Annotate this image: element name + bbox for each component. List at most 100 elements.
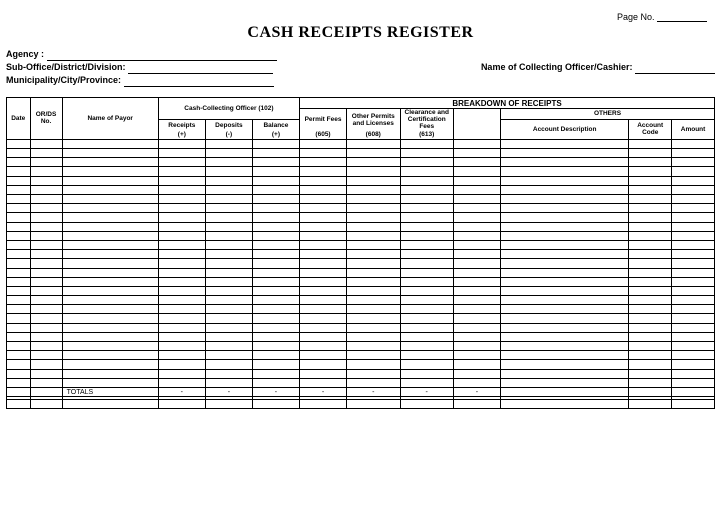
table-cell[interactable] [158, 231, 205, 240]
table-cell[interactable] [300, 158, 347, 167]
table-cell[interactable] [7, 213, 31, 222]
table-cell[interactable] [30, 332, 62, 341]
table-cell[interactable] [158, 400, 205, 409]
table-cell[interactable] [205, 351, 252, 360]
table-cell[interactable] [7, 240, 31, 249]
table-cell[interactable] [300, 240, 347, 249]
table-cell[interactable] [205, 268, 252, 277]
table-row[interactable] [7, 139, 715, 148]
table-cell[interactable] [672, 139, 715, 148]
table-cell[interactable] [30, 259, 62, 268]
table-row[interactable] [7, 222, 715, 231]
table-cell[interactable] [347, 204, 400, 213]
table-cell[interactable] [347, 332, 400, 341]
table-cell[interactable] [501, 400, 629, 409]
table-cell[interactable] [7, 296, 31, 305]
table-cell[interactable] [62, 342, 158, 351]
table-cell[interactable] [347, 149, 400, 158]
table-row[interactable] [7, 277, 715, 286]
suboffice-blank[interactable] [128, 65, 273, 74]
table-cell[interactable] [205, 231, 252, 240]
table-row[interactable] [7, 323, 715, 332]
table-cell[interactable] [158, 323, 205, 332]
table-cell[interactable] [7, 323, 31, 332]
table-row[interactable] [7, 176, 715, 185]
table-cell[interactable] [158, 185, 205, 194]
table-cell[interactable] [62, 250, 158, 259]
table-cell[interactable] [62, 195, 158, 204]
table-cell[interactable] [62, 286, 158, 295]
table-cell[interactable] [672, 185, 715, 194]
table-cell[interactable] [252, 158, 299, 167]
table-cell[interactable] [501, 250, 629, 259]
table-cell[interactable] [672, 250, 715, 259]
table-cell[interactable] [453, 323, 500, 332]
table-cell[interactable] [453, 277, 500, 286]
table-cell[interactable] [501, 222, 629, 231]
table-cell[interactable] [453, 314, 500, 323]
table-cell[interactable] [300, 231, 347, 240]
table-cell[interactable] [400, 400, 453, 409]
table-cell[interactable] [629, 222, 672, 231]
table-cell[interactable] [629, 400, 672, 409]
table-cell[interactable] [7, 185, 31, 194]
table-cell[interactable] [252, 240, 299, 249]
table-cell[interactable] [400, 222, 453, 231]
table-cell[interactable] [400, 158, 453, 167]
table-cell[interactable] [672, 400, 715, 409]
table-cell[interactable] [453, 167, 500, 176]
table-cell[interactable] [672, 222, 715, 231]
table-cell[interactable] [672, 378, 715, 387]
table-cell[interactable] [453, 222, 500, 231]
table-cell[interactable] [629, 351, 672, 360]
table-row[interactable] [7, 204, 715, 213]
table-cell[interactable] [300, 286, 347, 295]
table-cell[interactable] [30, 369, 62, 378]
table-row[interactable] [7, 305, 715, 314]
table-cell[interactable] [30, 240, 62, 249]
table-cell[interactable] [252, 286, 299, 295]
table-cell[interactable] [7, 369, 31, 378]
table-cell[interactable] [62, 332, 158, 341]
table-cell[interactable] [62, 400, 158, 409]
table-cell[interactable] [252, 296, 299, 305]
agency-blank[interactable] [47, 52, 277, 61]
table-cell[interactable] [205, 314, 252, 323]
table-cell[interactable] [7, 378, 31, 387]
table-cell[interactable] [453, 342, 500, 351]
table-cell[interactable] [7, 204, 31, 213]
table-cell[interactable] [453, 378, 500, 387]
table-cell[interactable] [501, 360, 629, 369]
table-cell[interactable] [252, 351, 299, 360]
table-cell[interactable] [158, 149, 205, 158]
table-row[interactable] [7, 259, 715, 268]
table-cell[interactable] [501, 268, 629, 277]
table-cell[interactable] [62, 378, 158, 387]
table-cell[interactable] [7, 351, 31, 360]
table-row[interactable] [7, 314, 715, 323]
table-cell[interactable] [30, 158, 62, 167]
table-cell[interactable] [453, 185, 500, 194]
table-cell[interactable] [252, 342, 299, 351]
table-cell[interactable] [400, 213, 453, 222]
table-row[interactable] [7, 185, 715, 194]
table-cell[interactable] [30, 314, 62, 323]
table-cell[interactable] [30, 185, 62, 194]
table-cell[interactable] [672, 277, 715, 286]
table-cell[interactable] [30, 139, 62, 148]
table-cell[interactable] [629, 360, 672, 369]
table-cell[interactable] [672, 286, 715, 295]
table-cell[interactable] [205, 360, 252, 369]
table-cell[interactable] [672, 204, 715, 213]
table-cell[interactable] [453, 213, 500, 222]
table-cell[interactable] [30, 195, 62, 204]
table-cell[interactable] [453, 360, 500, 369]
table-cell[interactable] [205, 305, 252, 314]
table-cell[interactable] [453, 139, 500, 148]
table-cell[interactable] [501, 369, 629, 378]
table-cell[interactable] [62, 259, 158, 268]
table-cell[interactable] [158, 360, 205, 369]
table-cell[interactable] [400, 305, 453, 314]
table-row[interactable] [7, 158, 715, 167]
table-row[interactable] [7, 250, 715, 259]
